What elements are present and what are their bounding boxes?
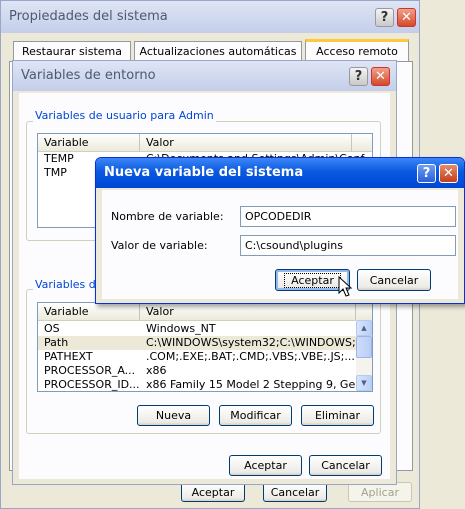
tab-label: Actualizaciones automáticas — [139, 45, 297, 58]
system-variables-list[interactable]: Variable Valor OS Windows_NT Path C:\WIN… — [37, 302, 373, 392]
variable-value: x86 — [146, 364, 167, 377]
button-label: Nueva — [155, 409, 192, 422]
column-header-variable[interactable]: Variable — [38, 303, 140, 320]
variable-name: Path — [44, 336, 69, 349]
vertical-scrollbar[interactable]: ▲ ▼ — [356, 320, 372, 391]
variable-name: PROCESSOR_A... — [44, 364, 136, 377]
tab-label: Acceso remoto — [316, 45, 398, 58]
env-ok-button[interactable]: Aceptar — [229, 455, 302, 476]
close-button[interactable]: ✕ — [397, 8, 416, 27]
button-label: Aplicar — [361, 485, 399, 499]
variable-value-label: Valor de variable: — [111, 239, 208, 252]
button-label: Modificar — [230, 409, 281, 422]
scroll-down-icon[interactable]: ▼ — [356, 375, 372, 391]
edit-variable-button[interactable]: Modificar — [219, 405, 292, 426]
variable-value: .COM;.EXE;.BAT;.CMD;.VBS;.VBE;.JS;... — [146, 350, 355, 363]
list-item[interactable]: PATHEXT .COM;.EXE;.BAT;.CMD;.VBS;.VBE;.J… — [38, 350, 356, 364]
window-title: Variables de entorno — [21, 68, 156, 83]
help-button[interactable]: ? — [375, 8, 394, 27]
variable-name-label: Nombre de variable: — [111, 210, 224, 223]
variable-name: PATHEXT — [44, 350, 93, 363]
column-header-variable[interactable]: Variable — [38, 134, 140, 151]
list-item[interactable]: PROCESSOR_A... x86 — [38, 364, 356, 378]
list-item[interactable]: OS Windows_NT — [38, 322, 356, 336]
list-header: Variable Valor — [38, 134, 372, 152]
tab-auto-updates[interactable]: Actualizaciones automáticas — [134, 41, 302, 61]
variable-value: x86 Family 15 Model 2 Stepping 9, Genu..… — [146, 378, 356, 391]
system-ok-button[interactable]: Aceptar — [181, 482, 245, 502]
button-label: Aceptar — [284, 272, 341, 288]
variable-name: PROCESSOR_ID... — [44, 378, 140, 391]
button-label: Cancelar — [369, 273, 419, 287]
new-variable-titlebar: Nueva variable del sistema ? ✕ — [96, 158, 464, 188]
input-value: C:\csound\plugins — [245, 239, 343, 252]
button-label: Aceptar — [244, 459, 287, 472]
delete-variable-button[interactable]: Eliminar — [301, 405, 374, 426]
variable-value: C:\WINDOWS\system32;C:\WINDOWS;... — [146, 336, 356, 349]
list-item[interactable]: PROCESSOR_ID... x86 Family 15 Model 2 St… — [38, 378, 356, 391]
button-label: Cancelar — [270, 485, 320, 499]
list-header: Variable Valor — [38, 303, 372, 321]
mouse-cursor-icon — [338, 276, 353, 297]
scroll-up-icon[interactable]: ▲ — [356, 320, 372, 336]
window-title: Nueva variable del sistema — [104, 165, 304, 180]
environment-titlebar: Variables de entorno ? ✕ — [13, 61, 396, 91]
button-label: Aceptar — [191, 485, 235, 499]
system-cancel-button[interactable]: Cancelar — [263, 482, 327, 502]
input-value: OPCODEDIR — [245, 210, 312, 223]
scroll-thumb[interactable] — [356, 336, 372, 358]
help-button[interactable]: ? — [417, 164, 436, 183]
column-header-value[interactable]: Valor — [140, 134, 352, 151]
button-label: Eliminar — [314, 409, 361, 422]
system-properties-titlebar: Propiedades del sistema ? ✕ — [1, 1, 419, 33]
new-variable-dialog: Nueva variable del sistema ? ✕ Nombre de… — [95, 157, 465, 304]
system-apply-button[interactable]: Aplicar — [348, 482, 412, 502]
window-title: Propiedades del sistema — [9, 9, 168, 24]
tab-restore[interactable]: Restaurar sistema — [13, 41, 131, 61]
variable-name: OS — [44, 322, 60, 335]
variable-value-input[interactable]: C:\csound\plugins — [240, 235, 456, 256]
tab-label: Restaurar sistema — [21, 45, 122, 58]
tab-remote[interactable]: Acceso remoto — [305, 39, 409, 61]
close-button[interactable]: ✕ — [439, 164, 458, 183]
variable-value: Windows_NT — [146, 322, 216, 335]
help-button[interactable]: ? — [349, 67, 368, 86]
column-header-value[interactable]: Valor — [140, 303, 356, 320]
close-button[interactable]: ✕ — [371, 67, 390, 86]
list-item-selected[interactable]: Path C:\WINDOWS\system32;C:\WINDOWS;... — [38, 336, 356, 350]
env-cancel-button[interactable]: Cancelar — [309, 455, 382, 476]
user-variables-label: Variables de usuario para Admin — [33, 109, 216, 122]
cancel-button[interactable]: Cancelar — [357, 269, 431, 291]
new-variable-button[interactable]: Nueva — [137, 405, 210, 426]
variable-name-input[interactable]: OPCODEDIR — [240, 206, 456, 227]
button-label: Cancelar — [321, 459, 370, 472]
